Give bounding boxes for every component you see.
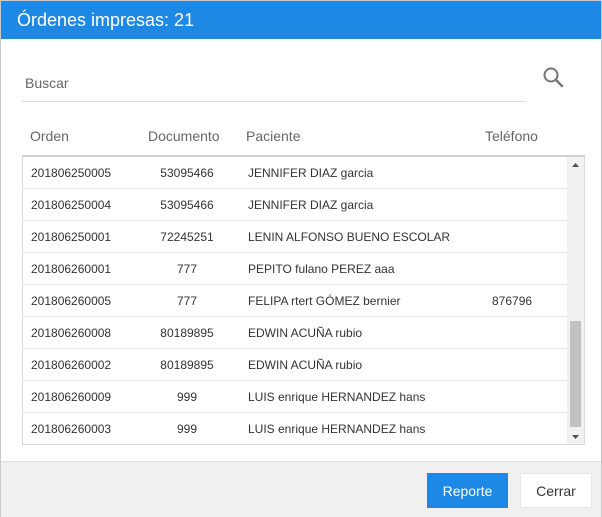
cell-orden: 201806250004 [31, 198, 112, 212]
search-field [22, 65, 526, 102]
cell-documento: 53095466 [160, 198, 214, 212]
cell-paciente: JENNIFER DIAZ garcia [248, 198, 374, 212]
orders-table: 201806250005 53095466 JENNIFER DIAZ garc… [22, 155, 585, 445]
cell-paciente: JENNIFER DIAZ garcia [248, 166, 374, 180]
search-input[interactable] [22, 65, 526, 101]
cell-documento: 999 [176, 422, 198, 436]
table-row[interactable]: 201806260009 999 LUIS enrique HERNANDEZ … [23, 381, 567, 413]
orders-table-body: 201806250005 53095466 JENNIFER DIAZ garc… [23, 157, 567, 444]
cell-paciente: LENIN ALFONSO BUENO ESCOLAR [248, 230, 451, 244]
cell-paciente: LUIS enrique HERNANDEZ hans [248, 422, 426, 436]
cell-paciente: EDWIN ACUÑA rubio [248, 358, 363, 372]
column-header-telefono[interactable]: Teléfono [485, 128, 538, 144]
triangle-down-icon [572, 435, 579, 439]
table-row[interactable]: 201806250005 53095466 JENNIFER DIAZ garc… [23, 157, 567, 189]
vertical-scrollbar[interactable] [567, 157, 584, 444]
cell-paciente: LUIS enrique HERNANDEZ hans [248, 390, 426, 404]
table-row[interactable]: 201806250001 72245251 LENIN ALFONSO BUEN… [23, 221, 567, 253]
column-header-paciente[interactable]: Paciente [246, 128, 300, 144]
scrollbar-thumb[interactable] [570, 321, 581, 427]
cell-documento: 777 [176, 294, 198, 308]
table-row[interactable]: 201806260002 80189895 EDWIN ACUÑA rubio [23, 349, 567, 381]
column-header-orden[interactable]: Orden [30, 128, 69, 144]
search-button[interactable] [541, 65, 565, 89]
table-row[interactable]: 201806260001 777 PEPITO fulano PEREZ aaa [23, 253, 567, 285]
cell-documento: 999 [176, 390, 198, 404]
cell-documento: 80189895 [160, 326, 214, 340]
column-header-documento[interactable]: Documento [148, 128, 220, 144]
cell-orden: 201806260003 [31, 422, 112, 436]
dialog-footer: Reporte Cerrar [1, 461, 601, 517]
scroll-down-button[interactable] [567, 429, 584, 444]
report-button[interactable]: Reporte [427, 473, 508, 508]
cell-paciente: PEPITO fulano PEREZ aaa [248, 262, 395, 276]
cell-orden: 201806260005 [31, 294, 112, 308]
cell-telefono: 876796 [492, 294, 533, 308]
cell-orden: 201806250005 [31, 166, 112, 180]
cell-orden: 201806260008 [31, 326, 112, 340]
cell-paciente: EDWIN ACUÑA rubio [248, 326, 363, 340]
table-row[interactable]: 201806260008 80189895 EDWIN ACUÑA rubio [23, 317, 567, 349]
cell-documento: 777 [176, 262, 198, 276]
printed-orders-dialog: Órdenes impresas: 21 Orden Documento Pac… [0, 0, 602, 517]
cell-documento: 53095466 [160, 166, 214, 180]
scroll-up-button[interactable] [567, 157, 584, 173]
close-button[interactable]: Cerrar [520, 473, 592, 508]
table-row[interactable]: 201806260003 999 LUIS enrique HERNANDEZ … [23, 413, 567, 444]
cell-orden: 201806260001 [31, 262, 112, 276]
cell-orden: 201806250001 [31, 230, 112, 244]
cell-documento: 72245251 [160, 230, 214, 244]
table-header: Orden Documento Paciente Teléfono [22, 126, 584, 148]
table-row[interactable]: 201806250004 53095466 JENNIFER DIAZ garc… [23, 189, 567, 221]
cell-documento: 80189895 [160, 358, 214, 372]
cell-orden: 201806260009 [31, 390, 112, 404]
dialog-title: Órdenes impresas: 21 [1, 1, 601, 39]
search-icon [543, 67, 564, 88]
table-row[interactable]: 201806260005 777 FELIPA rtert GÓMEZ bern… [23, 285, 567, 317]
cell-paciente: FELIPA rtert GÓMEZ bernier [248, 294, 401, 308]
cell-orden: 201806260002 [31, 358, 112, 372]
triangle-up-icon [572, 163, 579, 167]
